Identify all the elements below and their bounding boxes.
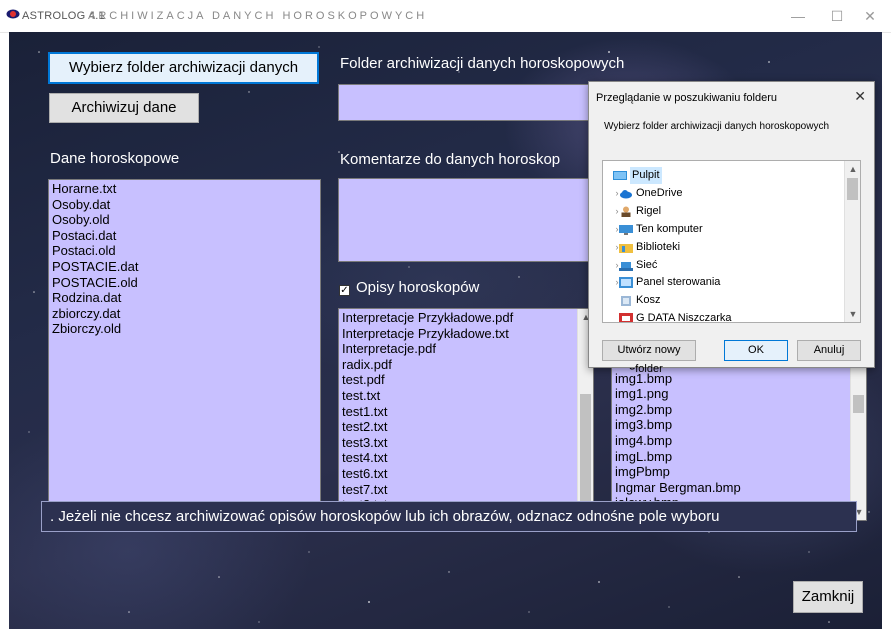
cloud-icon [620,189,632,199]
tree-item-label: Panel sterowania [636,276,721,289]
title-bar: ASTROLOG 4.1 ARCHIWIZACJA DANYCH HOROSKO… [0,0,891,33]
image-file-item[interactable]: img4.bmp [612,433,866,449]
image-file-item[interactable]: Ingmar Bergman.bmp [612,480,866,496]
scroll-up-icon[interactable]: ▲ [845,161,860,177]
description-file-item[interactable]: Interpretacje Przykładowe.pdf [339,310,593,326]
folder-tree[interactable]: Pulpit › OneDrive › Rigel › Ten komputer › Bibli… [602,160,861,323]
tree-item[interactable]: › Sieć [603,257,843,274]
tree-item[interactable]: › OneDrive [603,185,843,202]
description-file-item[interactable]: test6.txt [339,466,593,482]
notice-bar: . Jeżeli nie chcesz archiwizować opisów … [41,501,857,532]
data-file-item[interactable]: POSTACIE.dat [49,259,320,275]
image-file-item[interactable]: img1.png [612,386,866,402]
tree-item-label: Sieć [636,258,658,271]
tree-item-label: Rigel [636,204,662,217]
data-file-item[interactable]: zbiorczy.dat [49,306,320,322]
tree-item[interactable]: › Rigel [603,203,843,220]
close-window-button[interactable]: ✕ [853,4,887,28]
data-file-item[interactable]: Postaci.old [49,243,320,259]
computer-icon [619,224,633,235]
description-file-item[interactable]: test1.txt [339,404,593,420]
cancel-button[interactable]: Anuluj [797,340,861,361]
tree-item[interactable]: G DATA Niszczarka [603,310,843,323]
minimize-button[interactable]: — [781,4,815,28]
user-icon [621,206,631,217]
scroll-thumb[interactable] [847,178,858,200]
folder-label: Folder archiwizacji danych horoskopowych [340,55,625,72]
image-file-item[interactable]: img3.bmp [612,417,866,433]
tree-item-label: OneDrive [636,186,683,199]
descriptions-label: Opisy horoskopów [356,279,480,296]
description-files-list[interactable]: Interpretacje Przykładowe.pdf Interpretac… [338,308,594,521]
control-panel-icon [619,277,633,289]
dialog-close-icon[interactable]: ✕ [854,88,866,105]
recycle-bin-icon [621,296,631,307]
scroll-thumb[interactable] [580,394,591,504]
data-file-item[interactable]: Postaci.dat [49,228,320,244]
tree-item[interactable]: Pulpit [603,167,843,184]
data-file-item[interactable]: Osoby.old [49,212,320,228]
tree-item-label: Kosz [636,294,661,307]
tree-item[interactable]: › Panel sterowania [603,274,843,291]
descriptions-checkbox[interactable]: ✓ [339,285,350,296]
close-button[interactable]: Zamknij [793,581,863,613]
data-files-list[interactable]: Horarne.txt Osoby.dat Osoby.old Postaci.dat… [48,179,321,521]
new-folder-button[interactable]: Utwórz nowy folder [602,340,696,375]
tree-item-label: G DATA Niszczarka [636,312,732,323]
description-file-item[interactable]: test3.txt [339,435,593,451]
data-file-item[interactable]: Horarne.txt [49,181,320,197]
data-label: Dane horoskopowe [50,150,180,167]
network-icon [619,261,633,271]
image-file-item[interactable]: img2.bmp [612,402,866,418]
description-file-item[interactable]: Interpretacje.pdf [339,341,593,357]
library-icon [619,243,633,253]
tree-item[interactable]: › Biblioteki [603,239,843,256]
scroll-thumb[interactable] [853,395,864,413]
choose-folder-button[interactable]: Wybierz folder archiwizacji danych [48,52,319,84]
scroll-down-icon[interactable]: ▼ [845,306,860,322]
image-file-item[interactable]: imgL.bmp [612,449,866,465]
data-file-item[interactable]: Zbiorczy.old [49,321,320,337]
description-file-item[interactable]: test4.txt [339,450,593,466]
tree-item-label: Biblioteki [636,240,681,253]
description-file-item[interactable]: test.pdf [339,372,593,388]
description-file-item[interactable]: radix.pdf [339,357,593,373]
maximize-button[interactable]: ☐ [820,4,854,28]
dialog-title: Przeglądanie w poszukiwaniu folderu [596,92,777,104]
browse-folder-dialog: Przeglądanie w poszukiwaniu folderu ✕ Wy… [588,81,875,375]
window-title: ARCHIWIZACJA DANYCH HOROSKOPOWYCH [88,10,428,22]
folder-tree-scrollbar[interactable]: ▲ ▼ [844,161,860,322]
data-file-item[interactable]: POSTACIE.old [49,275,320,291]
shredder-icon [619,313,633,322]
dialog-instruction: Wybierz folder archiwizacji danych horos… [604,121,830,132]
description-file-item[interactable]: test.txt [339,388,593,404]
archive-button[interactable]: Archiwizuj dane [49,93,199,123]
tree-item[interactable]: › Ten komputer [603,221,843,238]
description-file-item[interactable]: test7.txt [339,482,593,498]
comments-label: Komentarze do danych horoskop [340,151,561,168]
comments-field[interactable] [338,178,593,262]
description-file-item[interactable]: Interpretacje Przykładowe.txt [339,326,593,342]
data-file-item[interactable]: Rodzina.dat [49,290,320,306]
desktop-icon [613,171,627,180]
tree-item-label: Pulpit [630,167,662,184]
image-file-item[interactable]: imgPbmp [612,464,866,480]
folder-path-field[interactable] [338,84,593,121]
tree-item[interactable]: Kosz [603,292,843,309]
check-mark-icon: ✓ [340,285,349,296]
description-file-item[interactable]: test2.txt [339,419,593,435]
ok-button[interactable]: OK [724,340,788,361]
tree-item-label: Ten komputer [636,222,703,235]
data-file-item[interactable]: Osoby.dat [49,197,320,213]
app-logo-icon [6,9,20,19]
